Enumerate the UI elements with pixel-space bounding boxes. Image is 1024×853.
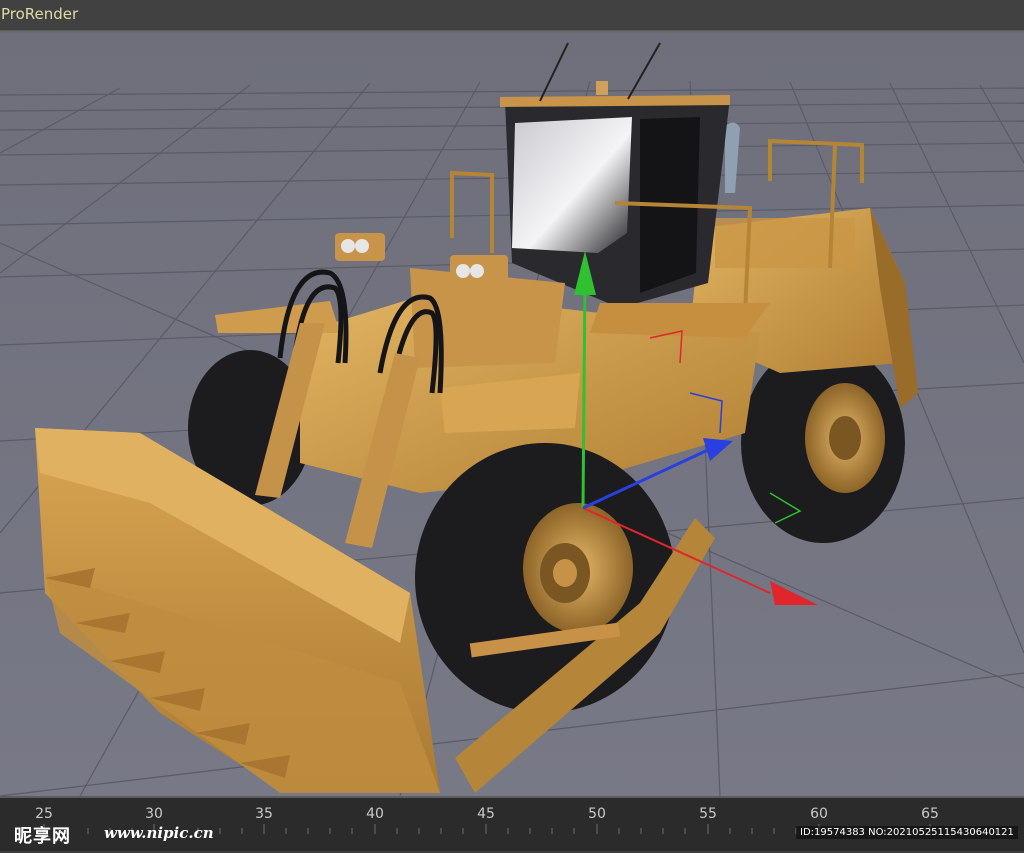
timeline-tick-label: 55	[699, 806, 717, 822]
watermark-id: ID:19574383 NO:20210525115430640121	[796, 826, 1018, 839]
window-title: ProRender	[1, 5, 79, 23]
viewport-canvas[interactable]	[0, 33, 1024, 796]
timeline-tick-label: 50	[588, 806, 606, 822]
timeline-tick-label: 30	[145, 806, 163, 822]
timeline-tick-label: 25	[35, 806, 53, 822]
watermark-url: www.nipic.cn	[104, 824, 214, 842]
title-bar: ProRender	[0, 0, 1024, 31]
timeline-tick-label: 45	[477, 806, 495, 822]
y-axis-handle[interactable]	[581, 272, 587, 509]
timeline-tick-label: 60	[810, 806, 828, 822]
watermark-logo: 昵享网	[14, 826, 71, 847]
rear-right-tire	[741, 343, 905, 543]
timeline-tick-label: 65	[921, 806, 939, 822]
timeline-tick-label: 35	[255, 806, 273, 822]
timeline-tick-label: 40	[366, 806, 384, 822]
render-viewport[interactable]	[0, 33, 1024, 796]
